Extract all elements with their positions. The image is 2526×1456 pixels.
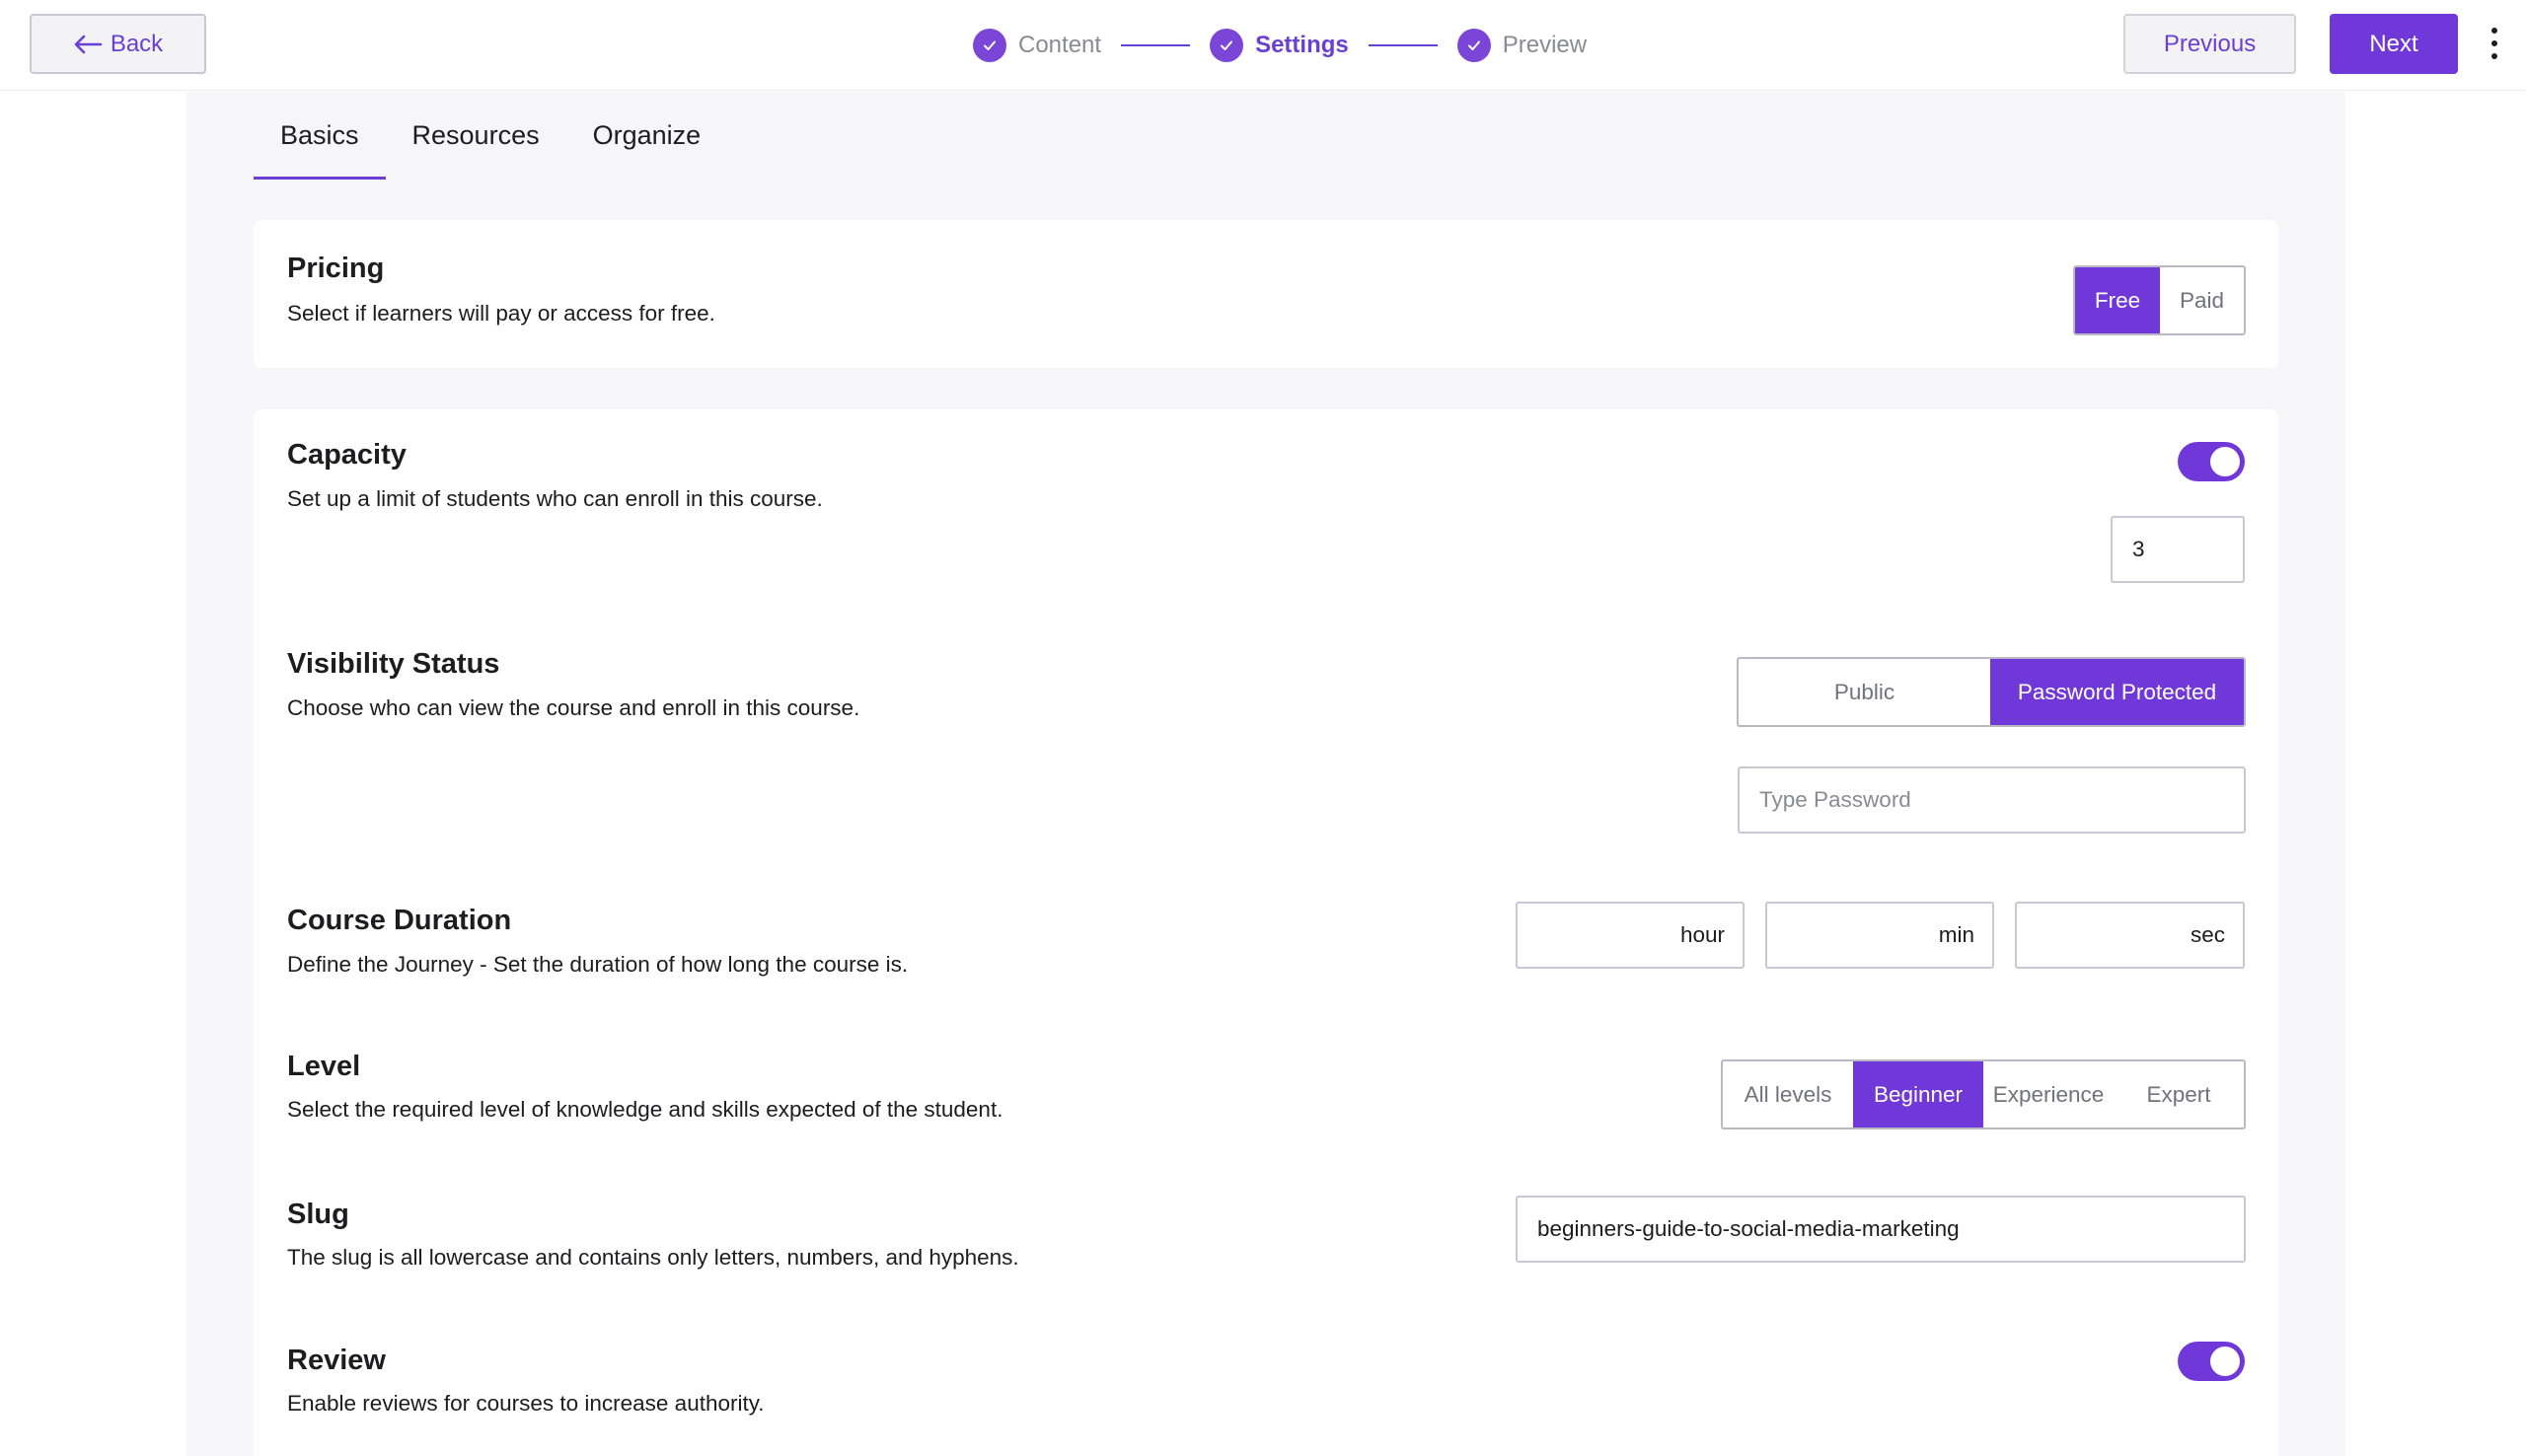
pricing-toggle: Free Paid <box>2073 265 2246 335</box>
pricing-option-free[interactable]: Free <box>2075 267 2160 333</box>
visibility-description: Choose who can view the course and enrol… <box>287 695 860 720</box>
duration-unit: min <box>1938 922 1974 947</box>
capacity-toggle[interactable] <box>2178 442 2245 481</box>
tab-basics[interactable]: Basics <box>254 92 386 180</box>
capacity-input[interactable] <box>2111 516 2245 583</box>
pricing-description: Select if learners will pay or access fo… <box>287 301 715 326</box>
arrow-left-icon <box>74 35 103 53</box>
duration-sec-field[interactable]: sec <box>2015 902 2245 969</box>
slug-input[interactable] <box>1516 1196 2246 1263</box>
duration-title: Course Duration <box>287 905 512 936</box>
top-bar: Back Content Settings Preview Previous N… <box>0 0 2526 91</box>
level-option-expert[interactable]: Expert <box>2114 1061 2244 1128</box>
review-description: Enable reviews for courses to increase a… <box>287 1391 765 1416</box>
step-label: Settings <box>1255 32 1349 58</box>
step-connector <box>1121 44 1191 46</box>
step-content[interactable]: Content <box>973 29 1101 62</box>
visibility-toggle: Public Password Protected <box>1737 657 2246 727</box>
check-icon <box>973 29 1006 62</box>
password-input[interactable] <box>1738 766 2246 834</box>
previous-button[interactable]: Previous <box>2123 14 2296 74</box>
step-settings[interactable]: Settings <box>1210 29 1349 62</box>
level-description: Select the required level of knowledge a… <box>287 1097 1003 1122</box>
check-icon <box>1456 29 1491 62</box>
slug-title: Slug <box>287 1199 349 1230</box>
visibility-title: Visibility Status <box>287 648 500 680</box>
duration-hour-field[interactable]: hour <box>1516 902 1745 969</box>
pricing-option-paid[interactable]: Paid <box>2160 267 2244 333</box>
duration-min-field[interactable]: min <box>1765 902 1994 969</box>
capacity-title: Capacity <box>287 439 407 471</box>
course-settings-card: Capacity Set up a limit of students who … <box>254 409 2278 1456</box>
tab-bar: Basics Resources Organize <box>254 92 727 181</box>
settings-panel: Basics Resources Organize Pricing Select… <box>186 92 2345 1456</box>
capacity-description: Set up a limit of students who can enrol… <box>287 486 823 511</box>
pricing-title: Pricing <box>287 253 385 284</box>
duration-unit: hour <box>1679 922 1725 947</box>
check-icon <box>1210 29 1244 62</box>
step-connector <box>1368 44 1438 46</box>
duration-description: Define the Journey - Set the duration of… <box>287 952 909 977</box>
next-button[interactable]: Next <box>2330 14 2458 74</box>
visibility-option-password[interactable]: Password Protected <box>1990 659 2244 725</box>
step-label: Preview <box>1502 32 1588 58</box>
level-option-all[interactable]: All levels <box>1723 1061 1853 1128</box>
back-label: Back <box>110 30 164 57</box>
step-preview[interactable]: Preview <box>1456 29 1588 62</box>
review-title: Review <box>287 1345 386 1376</box>
level-option-beginner[interactable]: Beginner <box>1853 1061 1983 1128</box>
duration-unit: sec <box>2190 922 2225 947</box>
tab-organize[interactable]: Organize <box>566 92 728 180</box>
stepper: Content Settings Preview <box>973 0 1587 91</box>
review-toggle[interactable] <box>2178 1342 2245 1381</box>
level-toggle: All levels Beginner Experience Expert <box>1721 1059 2246 1129</box>
visibility-option-public[interactable]: Public <box>1739 659 1990 725</box>
pricing-card: Pricing Select if learners will pay or a… <box>254 220 2278 368</box>
back-button[interactable]: Back <box>30 14 206 74</box>
level-title: Level <box>287 1051 361 1082</box>
level-option-experience[interactable]: Experience <box>1983 1061 2114 1128</box>
step-label: Content <box>1018 32 1102 58</box>
tab-resources[interactable]: Resources <box>386 92 566 180</box>
kebab-menu-icon[interactable] <box>2487 24 2502 63</box>
slug-description: The slug is all lowercase and contains o… <box>287 1245 1019 1270</box>
